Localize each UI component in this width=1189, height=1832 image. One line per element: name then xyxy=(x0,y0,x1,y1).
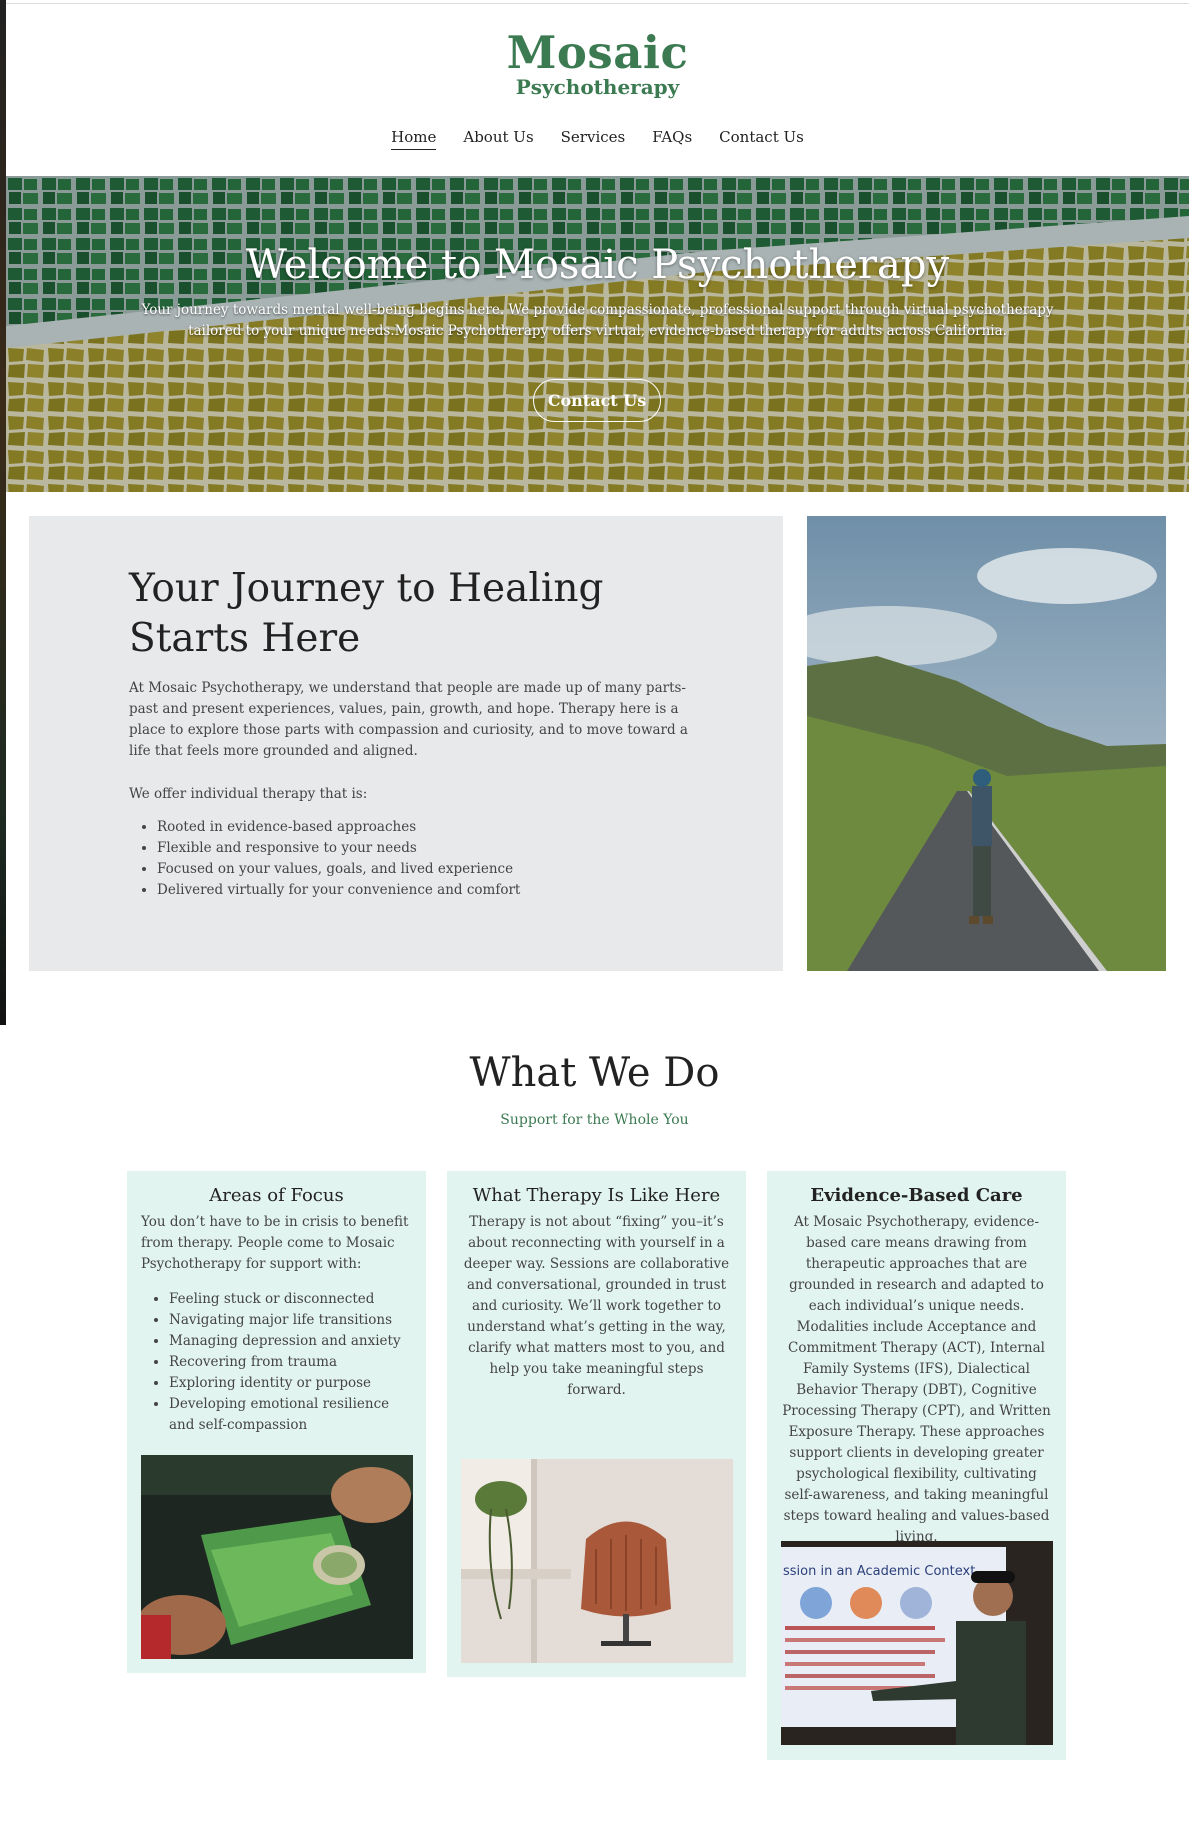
hero-contact-button[interactable]: Contact Us xyxy=(533,379,661,422)
nav-services[interactable]: Services xyxy=(561,128,626,150)
list-item: Managing depression and anxiety xyxy=(169,1331,412,1352)
map-hands-image xyxy=(141,1455,413,1659)
journey-paragraph: At Mosaic Psychotherapy, we understand t… xyxy=(129,680,688,759)
section-subtitle: Support for the Whole You xyxy=(500,1112,689,1128)
journey-offer: We offer individual therapy that is: xyxy=(129,786,368,802)
hero-title: Welcome to Mosaic Psychotherapy xyxy=(245,242,950,288)
logo-subtitle: Psychotherapy xyxy=(515,75,680,99)
journey-list: Rooted in evidence-based approaches Flex… xyxy=(129,817,783,901)
section-title: What We Do xyxy=(469,1050,720,1096)
nav-faqs[interactable]: FAQs xyxy=(652,128,692,150)
card-areas-of-focus: Areas of Focus You don’t have to be in c… xyxy=(127,1171,426,1673)
road-hiker-image xyxy=(807,516,1166,971)
nav-home[interactable]: Home xyxy=(391,128,437,150)
card-therapy-like-here: What Therapy Is Like Here Therapy is not… xyxy=(447,1171,746,1677)
nav-about-us[interactable]: About Us xyxy=(463,128,533,150)
main-nav: Home About Us Services FAQs Contact Us xyxy=(6,128,1189,150)
list-item: Navigating major life transitions xyxy=(169,1310,412,1331)
focus-list: Feeling stuck or disconnected Navigating… xyxy=(141,1289,412,1436)
chair-plant-image xyxy=(461,1459,733,1663)
what-we-do-section: What We Do Support for the Whole You xyxy=(0,1050,1189,1128)
journey-title: Your Journey to Healing Starts Here xyxy=(129,566,604,661)
list-item: Recovering from trauma xyxy=(169,1352,412,1373)
site-header: Mosaic Psychotherapy Home About Us Servi… xyxy=(6,0,1189,176)
logo-title: Mosaic xyxy=(506,26,689,79)
list-item: Feeling stuck or disconnected xyxy=(169,1289,412,1310)
list-item: Delivered virtually for your convenience… xyxy=(157,880,783,901)
card-title: Evidence-Based Care xyxy=(810,1185,1023,1206)
slide-title: ssion in an Academic Context xyxy=(783,1564,975,1579)
presenter-image: ssion in an Academic Context xyxy=(781,1541,1053,1745)
card-text: At Mosaic Psychotherapy, evidence-based … xyxy=(782,1214,1051,1545)
logo[interactable]: Mosaic Psychotherapy xyxy=(6,30,1189,97)
list-item: Developing emotional resilience and self… xyxy=(169,1394,412,1436)
journey-panel: Your Journey to Healing Starts Here At M… xyxy=(29,516,783,971)
list-item: Focused on your values, goals, and lived… xyxy=(157,859,783,880)
nav-contact-us[interactable]: Contact Us xyxy=(719,128,804,150)
hero-section: Welcome to Mosaic Psychotherapy Your jou… xyxy=(6,176,1189,492)
hero-text: Your journey towards mental well-being b… xyxy=(141,302,1054,339)
list-item: Rooted in evidence-based approaches xyxy=(157,817,783,838)
card-evidence-based-care: Evidence-Based Care At Mosaic Psychother… xyxy=(767,1171,1066,1760)
card-title: Areas of Focus xyxy=(209,1185,344,1206)
list-item: Exploring identity or purpose xyxy=(169,1373,412,1394)
card-text: Therapy is not about “fixing” you–it’s a… xyxy=(463,1214,730,1398)
card-title: What Therapy Is Like Here xyxy=(472,1185,721,1206)
list-item: Flexible and responsive to your needs xyxy=(157,838,783,859)
card-text: You don’t have to be in crisis to benefi… xyxy=(141,1214,409,1272)
